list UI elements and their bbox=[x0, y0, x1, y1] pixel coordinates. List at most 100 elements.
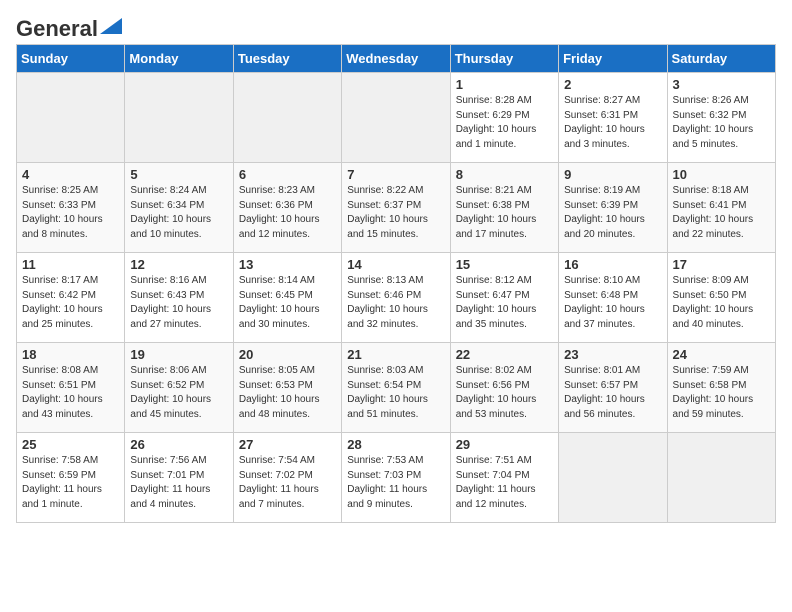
calendar-cell: 5 Sunrise: 8:24 AM Sunset: 6:34 PM Daylig… bbox=[125, 163, 233, 253]
day-info: Sunrise: 8:28 AM Sunset: 6:29 PM Dayligh… bbox=[456, 94, 553, 152]
day-info: Sunrise: 7:58 AM Sunset: 6:59 PM Dayligh… bbox=[22, 454, 119, 512]
weekday-header-sunday: Sunday bbox=[17, 45, 125, 73]
calendar-cell: 3 Sunrise: 8:26 AM Sunset: 6:32 PM Daylig… bbox=[667, 73, 775, 163]
day-info: Sunrise: 7:53 AM Sunset: 7:03 PM Dayligh… bbox=[347, 454, 444, 512]
calendar-cell: 9 Sunrise: 8:19 AM Sunset: 6:39 PM Daylig… bbox=[559, 163, 667, 253]
calendar-cell: 2 Sunrise: 8:27 AM Sunset: 6:31 PM Daylig… bbox=[559, 73, 667, 163]
calendar-cell: 23 Sunrise: 8:01 AM Sunset: 6:57 PM Dayli… bbox=[559, 343, 667, 433]
day-info: Sunrise: 8:12 AM Sunset: 6:47 PM Dayligh… bbox=[456, 274, 553, 332]
weekday-header-saturday: Saturday bbox=[667, 45, 775, 73]
day-info: Sunrise: 8:24 AM Sunset: 6:34 PM Dayligh… bbox=[130, 184, 227, 242]
day-number: 8 bbox=[456, 167, 553, 182]
calendar-cell: 12 Sunrise: 8:16 AM Sunset: 6:43 PM Dayli… bbox=[125, 253, 233, 343]
day-info: Sunrise: 8:10 AM Sunset: 6:48 PM Dayligh… bbox=[564, 274, 661, 332]
logo-general: General bbox=[16, 16, 98, 42]
day-number: 3 bbox=[673, 77, 770, 92]
day-number: 5 bbox=[130, 167, 227, 182]
weekday-header-thursday: Thursday bbox=[450, 45, 558, 73]
day-number: 18 bbox=[22, 347, 119, 362]
day-number: 16 bbox=[564, 257, 661, 272]
day-info: Sunrise: 8:03 AM Sunset: 6:54 PM Dayligh… bbox=[347, 364, 444, 422]
day-info: Sunrise: 8:26 AM Sunset: 6:32 PM Dayligh… bbox=[673, 94, 770, 152]
calendar-cell bbox=[125, 73, 233, 163]
calendar-cell: 26 Sunrise: 7:56 AM Sunset: 7:01 PM Dayli… bbox=[125, 433, 233, 523]
page-header: General bbox=[16, 16, 776, 36]
calendar-cell: 19 Sunrise: 8:06 AM Sunset: 6:52 PM Dayli… bbox=[125, 343, 233, 433]
day-info: Sunrise: 7:59 AM Sunset: 6:58 PM Dayligh… bbox=[673, 364, 770, 422]
day-info: Sunrise: 8:13 AM Sunset: 6:46 PM Dayligh… bbox=[347, 274, 444, 332]
calendar-cell: 18 Sunrise: 8:08 AM Sunset: 6:51 PM Dayli… bbox=[17, 343, 125, 433]
calendar-cell: 24 Sunrise: 7:59 AM Sunset: 6:58 PM Dayli… bbox=[667, 343, 775, 433]
day-number: 25 bbox=[22, 437, 119, 452]
calendar-cell: 25 Sunrise: 7:58 AM Sunset: 6:59 PM Dayli… bbox=[17, 433, 125, 523]
calendar-cell: 10 Sunrise: 8:18 AM Sunset: 6:41 PM Dayli… bbox=[667, 163, 775, 253]
day-info: Sunrise: 7:56 AM Sunset: 7:01 PM Dayligh… bbox=[130, 454, 227, 512]
day-number: 2 bbox=[564, 77, 661, 92]
day-info: Sunrise: 8:01 AM Sunset: 6:57 PM Dayligh… bbox=[564, 364, 661, 422]
weekday-header-wednesday: Wednesday bbox=[342, 45, 450, 73]
calendar-cell bbox=[17, 73, 125, 163]
day-number: 27 bbox=[239, 437, 336, 452]
day-info: Sunrise: 8:06 AM Sunset: 6:52 PM Dayligh… bbox=[130, 364, 227, 422]
day-number: 29 bbox=[456, 437, 553, 452]
weekday-header-tuesday: Tuesday bbox=[233, 45, 341, 73]
calendar-cell: 6Sunrise: 8:23 AM Sunset: 6:36 PM Daylig… bbox=[233, 163, 341, 253]
calendar-cell: 15Sunrise: 8:12 AM Sunset: 6:47 PM Dayli… bbox=[450, 253, 558, 343]
day-info: Sunrise: 8:18 AM Sunset: 6:41 PM Dayligh… bbox=[673, 184, 770, 242]
calendar-cell: 27 Sunrise: 7:54 AM Sunset: 7:02 PM Dayli… bbox=[233, 433, 341, 523]
day-info: Sunrise: 8:19 AM Sunset: 6:39 PM Dayligh… bbox=[564, 184, 661, 242]
day-number: 4 bbox=[22, 167, 119, 182]
day-number: 11 bbox=[22, 257, 119, 272]
calendar-cell: 28 Sunrise: 7:53 AM Sunset: 7:03 PM Dayli… bbox=[342, 433, 450, 523]
day-info: Sunrise: 8:09 AM Sunset: 6:50 PM Dayligh… bbox=[673, 274, 770, 332]
calendar-cell: 22 Sunrise: 8:02 AM Sunset: 6:56 PM Dayli… bbox=[450, 343, 558, 433]
calendar-cell: 11 Sunrise: 8:17 AM Sunset: 6:42 PM Dayli… bbox=[17, 253, 125, 343]
calendar-cell: 13Sunrise: 8:14 AM Sunset: 6:45 PM Dayli… bbox=[233, 253, 341, 343]
calendar-cell bbox=[559, 433, 667, 523]
calendar-cell: 21 Sunrise: 8:03 AM Sunset: 6:54 PM Dayli… bbox=[342, 343, 450, 433]
calendar-cell: 1 Sunrise: 8:28 AM Sunset: 6:29 PM Daylig… bbox=[450, 73, 558, 163]
day-info: Sunrise: 8:16 AM Sunset: 6:43 PM Dayligh… bbox=[130, 274, 227, 332]
day-number: 28 bbox=[347, 437, 444, 452]
day-info: Sunrise: 8:08 AM Sunset: 6:51 PM Dayligh… bbox=[22, 364, 119, 422]
calendar-cell bbox=[342, 73, 450, 163]
calendar-cell: 17 Sunrise: 8:09 AM Sunset: 6:50 PM Dayli… bbox=[667, 253, 775, 343]
calendar-cell: 16 Sunrise: 8:10 AM Sunset: 6:48 PM Dayli… bbox=[559, 253, 667, 343]
day-info: Sunrise: 8:05 AM Sunset: 6:53 PM Dayligh… bbox=[239, 364, 336, 422]
day-number: 20 bbox=[239, 347, 336, 362]
day-info: Sunrise: 8:21 AM Sunset: 6:38 PM Dayligh… bbox=[456, 184, 553, 242]
day-number: 14 bbox=[347, 257, 444, 272]
weekday-header-monday: Monday bbox=[125, 45, 233, 73]
day-number: 22 bbox=[456, 347, 553, 362]
day-number: 23 bbox=[564, 347, 661, 362]
calendar-cell bbox=[233, 73, 341, 163]
calendar-cell bbox=[667, 433, 775, 523]
calendar-cell: 14 Sunrise: 8:13 AM Sunset: 6:46 PM Dayli… bbox=[342, 253, 450, 343]
day-info: Sunrise: 8:27 AM Sunset: 6:31 PM Dayligh… bbox=[564, 94, 661, 152]
calendar-cell: 20 Sunrise: 8:05 AM Sunset: 6:53 PM Dayli… bbox=[233, 343, 341, 433]
day-number: 13 bbox=[239, 257, 336, 272]
logo: General bbox=[16, 16, 122, 36]
day-info: Sunrise: 7:51 AM Sunset: 7:04 PM Dayligh… bbox=[456, 454, 553, 512]
day-info: Sunrise: 8:02 AM Sunset: 6:56 PM Dayligh… bbox=[456, 364, 553, 422]
calendar-cell: 7Sunrise: 8:22 AM Sunset: 6:37 PM Daylig… bbox=[342, 163, 450, 253]
calendar-table: SundayMondayTuesdayWednesdayThursdayFrid… bbox=[16, 44, 776, 523]
day-number: 19 bbox=[130, 347, 227, 362]
day-number: 26 bbox=[130, 437, 227, 452]
day-number: 17 bbox=[673, 257, 770, 272]
day-number: 1 bbox=[456, 77, 553, 92]
calendar-cell: 4 Sunrise: 8:25 AM Sunset: 6:33 PM Daylig… bbox=[17, 163, 125, 253]
day-info: Sunrise: 8:25 AM Sunset: 6:33 PM Dayligh… bbox=[22, 184, 119, 242]
day-info: Sunrise: 7:54 AM Sunset: 7:02 PM Dayligh… bbox=[239, 454, 336, 512]
day-number: 21 bbox=[347, 347, 444, 362]
day-number: 12 bbox=[130, 257, 227, 272]
day-number: 10 bbox=[673, 167, 770, 182]
day-number: 24 bbox=[673, 347, 770, 362]
weekday-header-friday: Friday bbox=[559, 45, 667, 73]
calendar-cell: 8 Sunrise: 8:21 AM Sunset: 6:38 PM Daylig… bbox=[450, 163, 558, 253]
day-info: Sunrise: 8:22 AM Sunset: 6:37 PM Dayligh… bbox=[347, 184, 444, 242]
day-info: Sunrise: 8:17 AM Sunset: 6:42 PM Dayligh… bbox=[22, 274, 119, 332]
day-number: 6 bbox=[239, 167, 336, 182]
logo-icon bbox=[100, 18, 122, 34]
day-number: 9 bbox=[564, 167, 661, 182]
